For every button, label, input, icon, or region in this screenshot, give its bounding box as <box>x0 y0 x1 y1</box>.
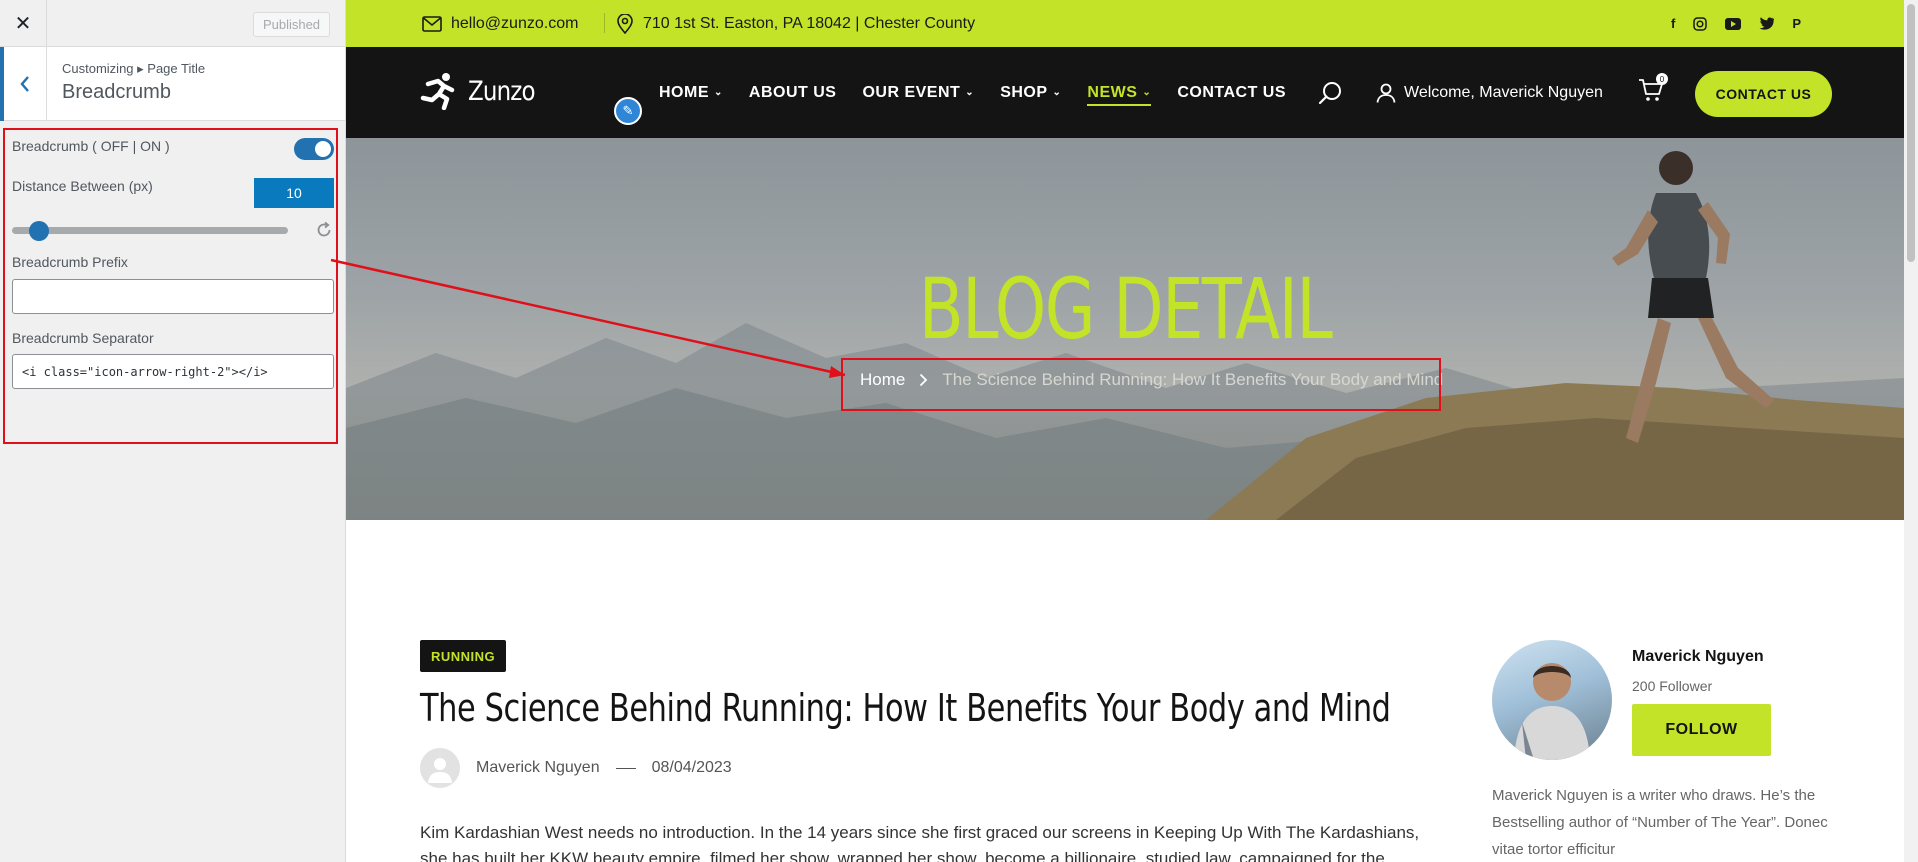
section-title: Breadcrumb <box>62 81 171 103</box>
pinterest-icon[interactable]: P <box>1792 16 1801 31</box>
author-followers: 200 Follower <box>1632 678 1713 694</box>
account-link[interactable]: Welcome, Maverick Nguyen <box>1376 47 1603 138</box>
screen: ✕ Published Customizing ▸ Page Title Bre… <box>0 0 1918 862</box>
customizer-header: ✕ Published <box>0 0 345 47</box>
mail-icon <box>422 15 442 32</box>
logo-text: Zunzo <box>468 75 536 107</box>
search-icon[interactable] <box>1318 80 1344 106</box>
chevron-down-icon: ⌄ <box>714 87 723 98</box>
cart-button[interactable]: 0 <box>1638 73 1668 107</box>
social-links: f P <box>1671 0 1801 47</box>
section-header: Customizing ▸ Page Title Breadcrumb <box>0 47 345 121</box>
email-contact[interactable]: hello@zunzo.com <box>422 0 578 47</box>
author-name: Maverick Nguyen <box>1632 648 1764 665</box>
menu-label: SHOP <box>1000 83 1048 101</box>
controls-highlight-box <box>3 128 338 444</box>
contact-us-button[interactable]: CONTACT US <box>1695 71 1832 117</box>
close-icon: ✕ <box>14 13 32 35</box>
chevron-down-icon: ⌄ <box>1142 87 1152 98</box>
menu-label: HOME <box>659 83 709 101</box>
edit-shortcut-pencil-icon[interactable]: ✎ <box>614 97 642 125</box>
post-author[interactable]: Maverick Nguyen <box>476 759 600 777</box>
email-text: hello@zunzo.com <box>451 14 579 32</box>
user-placeholder-icon <box>428 758 452 783</box>
menu-label: NEWS <box>1087 83 1138 101</box>
instagram-icon[interactable] <box>1693 16 1708 31</box>
breadcrumb-highlight-box <box>841 358 1441 411</box>
menu-item-contact-us[interactable]: CONTACT US <box>1177 84 1286 102</box>
follow-button[interactable]: FOLLOW <box>1632 704 1771 756</box>
youtube-icon[interactable] <box>1725 17 1742 30</box>
chevron-left-icon <box>20 76 29 92</box>
address-text: 710 1st St. Easton, PA 18042 | Chester C… <box>643 14 976 32</box>
menu-item-shop[interactable]: SHOP ⌄ <box>1000 84 1061 102</box>
divider <box>615 767 636 769</box>
menu-label: OUR EVENT <box>862 83 961 101</box>
user-icon <box>1376 83 1396 103</box>
runner-logo-icon <box>420 73 455 110</box>
facebook-icon[interactable]: f <box>1671 16 1675 31</box>
top-bar: hello@zunzo.com 710 1st St. Easton, PA 1… <box>346 0 1918 47</box>
publish-button[interactable]: Published <box>253 12 330 37</box>
address-contact: 710 1st St. Easton, PA 18042 | Chester C… <box>604 0 975 47</box>
avatar <box>420 748 460 788</box>
author-bio: Maverick Nguyen is a writer who draws. H… <box>1492 787 1828 858</box>
post-date: 08/04/2023 <box>651 759 732 776</box>
author-portrait <box>1514 663 1590 760</box>
menu-item-about-us[interactable]: ABOUT US <box>749 84 837 102</box>
author-avatar <box>1492 640 1612 760</box>
site-preview: hello@zunzo.com 710 1st St. Easton, PA 1… <box>346 0 1918 862</box>
page-title: BLOG DETAIL <box>918 260 1333 358</box>
hero-banner: BLOG DETAIL Home The Science Behind Runn… <box>346 138 1904 520</box>
customizer-breadcrumb: Customizing ▸ Page Title <box>62 61 206 76</box>
site-logo[interactable]: Zunzo <box>420 72 546 110</box>
menu-item-our-event[interactable]: OUR EVENT ⌄ <box>862 84 974 102</box>
post-title: The Science Behind Running: How It Benef… <box>420 686 1391 730</box>
main-menu: HOME ⌄ ABOUT US OUR EVENT ⌄ SHOP ⌄ NEWS ⌄ CO… <box>659 47 1312 138</box>
close-customizer-button[interactable]: ✕ <box>0 0 47 47</box>
menu-item-news[interactable]: NEWS ⌄ <box>1087 83 1152 106</box>
back-button[interactable] <box>0 47 47 121</box>
main-navbar: Zunzo ✎ HOME ⌄ ABOUT US OUR EVENT ⌄ SHOP ⌄ … <box>346 47 1918 138</box>
scrollbar-thumb[interactable] <box>1907 4 1915 262</box>
cart-count-badge: 0 <box>1656 73 1668 85</box>
post-meta: Maverick Nguyen 08/04/2023 <box>420 748 732 788</box>
menu-label: CONTACT US <box>1177 83 1287 101</box>
twitter-icon[interactable] <box>1759 17 1775 30</box>
chevron-down-icon: ⌄ <box>965 87 975 98</box>
location-pin-icon <box>617 13 633 34</box>
welcome-text: Welcome, Maverick Nguyen <box>1404 83 1603 101</box>
scrollbar[interactable] <box>1904 0 1918 862</box>
menu-item-home[interactable]: HOME ⌄ <box>659 84 723 102</box>
post-excerpt: Kim Kardashian West needs no introductio… <box>420 823 1420 862</box>
menu-label: ABOUT US <box>748 83 837 101</box>
chevron-down-icon: ⌄ <box>1052 87 1062 98</box>
category-tag[interactable]: RUNNING <box>420 640 507 672</box>
